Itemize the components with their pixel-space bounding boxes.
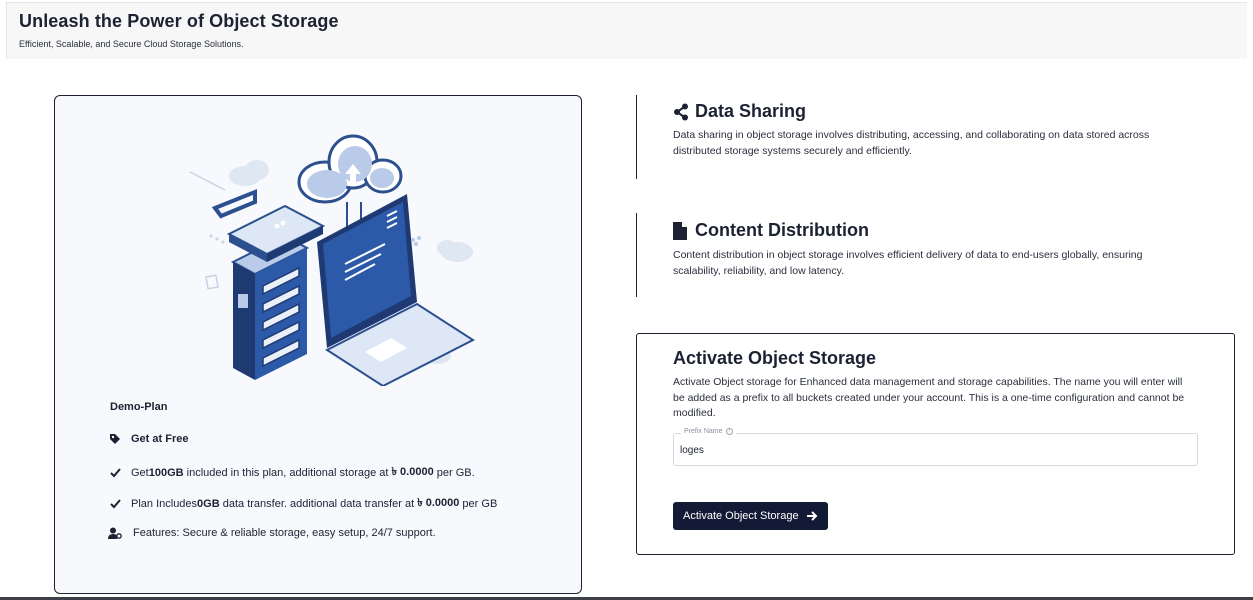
plan-row-storage-price: ৳ 0.0000: [391, 466, 434, 478]
user-cog-icon: [108, 526, 122, 540]
page: Unleash the Power of Object Storage Effi…: [0, 0, 1253, 600]
activate-button-label: Activate Object Storage: [683, 510, 799, 522]
prefix-name-field[interactable]: Prefix Name ?: [673, 428, 1198, 466]
plan-row-text: data transfer. additional data transfer …: [219, 497, 418, 510]
feature-title: Data Sharing: [673, 101, 806, 122]
activate-title: Activate Object Storage: [673, 348, 877, 368]
tag-icon: [108, 432, 122, 446]
page-subtitle: Efficient, Scalable, and Secure Cloud St…: [19, 39, 244, 49]
share-icon: [673, 103, 689, 121]
arrow-right-icon: [806, 511, 818, 521]
feature-title-text: Data Sharing: [695, 101, 807, 121]
plan-row-text: Get: [131, 466, 149, 479]
cloud-server-illustration: [189, 134, 475, 386]
feature-title: Content Distribution: [673, 220, 869, 241]
plan-row-text: per GB.: [433, 466, 475, 479]
plan-row-text: per GB: [459, 497, 498, 510]
plan-row-transfer-amount: 0GB: [197, 497, 220, 510]
page-title: Unleash the Power of Object Storage: [19, 11, 339, 31]
activate-object-storage-button[interactable]: Activate Object Storage: [673, 502, 828, 530]
plan-row-transfer: Plan Includes 0GB data transfer. additio…: [108, 494, 497, 513]
feature-data-sharing: Data Sharing Data sharing in object stor…: [636, 95, 1149, 179]
plan-row-storage: Get 100GB included in this plan, additio…: [108, 463, 475, 482]
plan-row-text: Features: Secure & reliable storage, eas…: [133, 527, 436, 539]
prefix-name-input[interactable]: [680, 441, 1180, 459]
plan-row-storage-amount: 100GB: [148, 466, 184, 479]
plan-row-free: Get at Free: [108, 432, 188, 446]
activate-panel: Activate Object Storage Activate Object …: [636, 333, 1235, 555]
check-icon: [108, 466, 122, 480]
check-icon: [108, 497, 122, 511]
feature-title-text: Content Distribution: [695, 220, 869, 240]
feature-content-distribution: Content Distribution Content distributio…: [636, 213, 1142, 297]
plan-row-text: Plan Includes: [131, 497, 198, 510]
plan-card: Demo-Plan Get at Free Get 100GB included…: [54, 95, 582, 594]
file-icon: [673, 221, 689, 240]
plan-row-transfer-price: ৳ 0.0000: [417, 497, 460, 509]
feature-description: Data sharing in object storage involves …: [673, 129, 1150, 157]
page-header: Unleash the Power of Object Storage Effi…: [6, 2, 1247, 59]
feature-description: Content distribution in object storage i…: [673, 249, 1143, 277]
plan-name: Demo-Plan: [110, 401, 168, 413]
activate-description: Activate Object storage for Enhanced dat…: [673, 376, 1185, 419]
prefix-name-label: Prefix Name ?: [681, 428, 736, 435]
plan-row-features: Features: Secure & reliable storage, eas…: [108, 526, 436, 540]
help-icon[interactable]: ?: [725, 428, 733, 435]
plan-row-text: Get at Free: [131, 433, 189, 445]
plan-row-text: included in this plan, additional storag…: [183, 466, 392, 479]
prefix-name-label-text: Prefix Name: [684, 428, 723, 435]
